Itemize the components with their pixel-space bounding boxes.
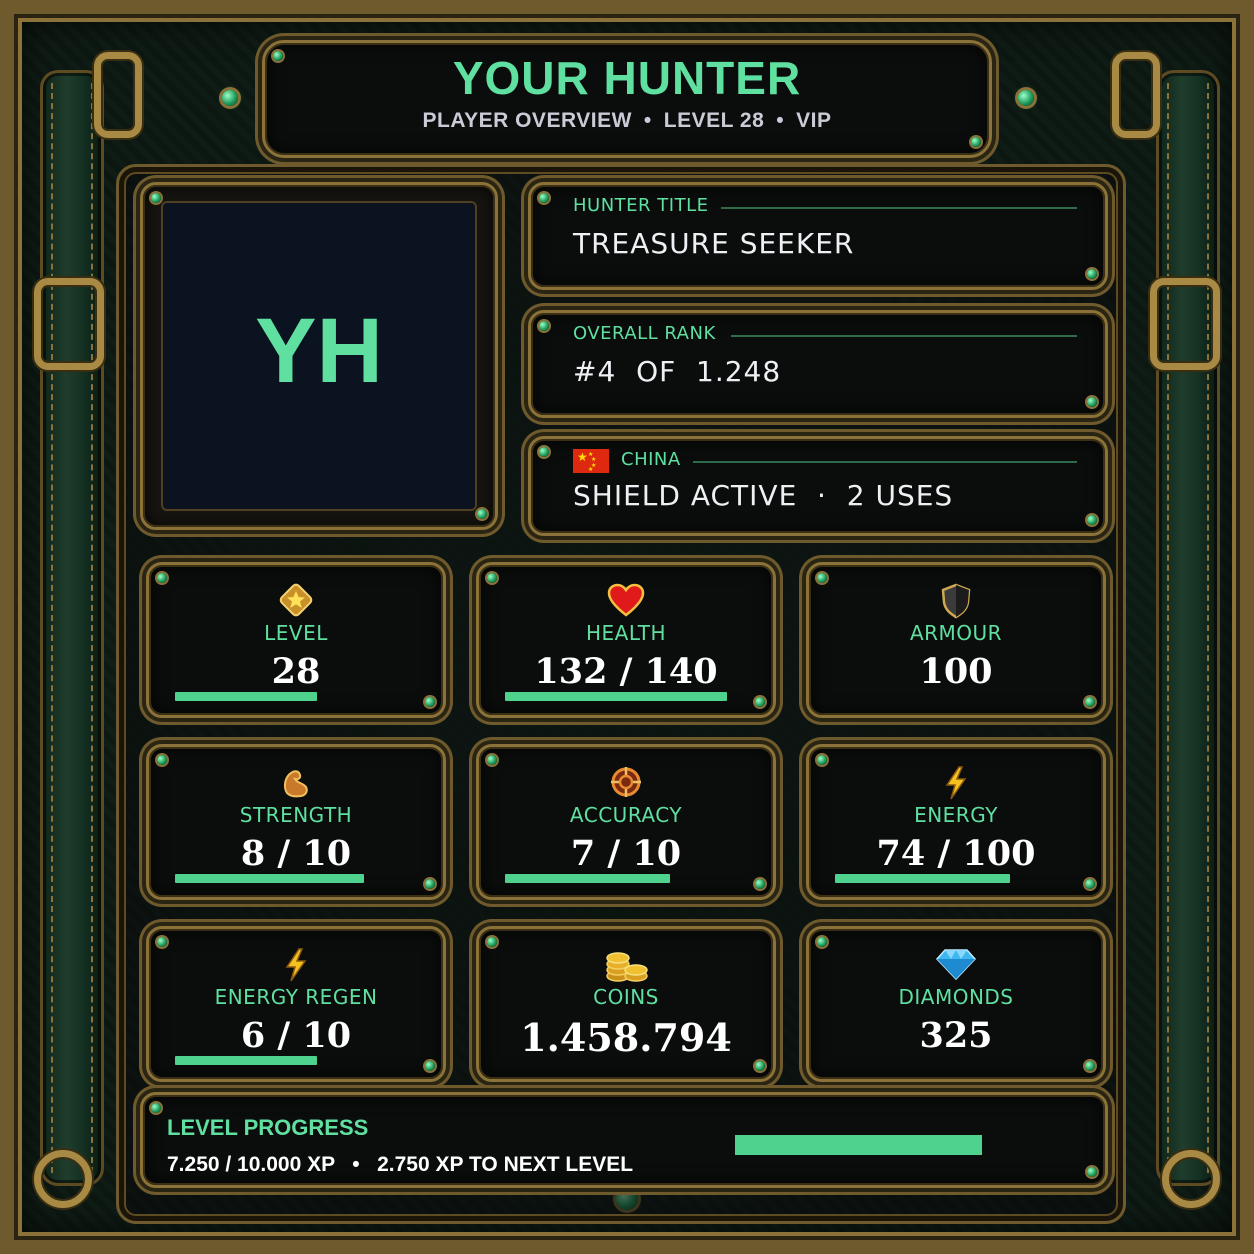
right-bottom-ring bbox=[1162, 1150, 1220, 1208]
stat-coins[interactable]: COINS 1.458.794 bbox=[476, 926, 776, 1082]
stat-accuracy[interactable]: ACCURACY 7 / 10 bbox=[476, 744, 776, 900]
avatar-initials: YH bbox=[255, 300, 383, 402]
accuracy-progress-bar bbox=[505, 874, 670, 883]
stat-label: HEALTH bbox=[585, 621, 666, 645]
stat-label: STRENGTH bbox=[239, 803, 353, 827]
stat-level[interactable]: LEVEL 28 bbox=[146, 562, 446, 718]
stat-value: 132 / 140 bbox=[534, 651, 718, 692]
level-progress-panel: LEVEL PROGRESS 7.250 / 10.000 XP • 2.750… bbox=[140, 1092, 1108, 1188]
stat-energy-regen[interactable]: ENERGY REGEN 6 / 10 bbox=[146, 926, 446, 1082]
country-shield-panel: ★ ★ ★ ★ ★ CHINA SHIELD ACTIVE · 2 USES bbox=[528, 436, 1108, 536]
page-subtitle: PLAYER OVERVIEW • LEVEL 28 • VIP bbox=[265, 109, 989, 133]
energy-regen-progress-bar bbox=[175, 1056, 317, 1065]
stat-strength[interactable]: STRENGTH 8 / 10 bbox=[146, 744, 446, 900]
divider bbox=[721, 207, 1077, 209]
hunter-title-label: HUNTER TITLE bbox=[573, 195, 709, 216]
stat-value: 325 bbox=[919, 1015, 993, 1056]
divider bbox=[693, 461, 1077, 463]
left-mid-buckle bbox=[34, 278, 104, 370]
subtitle-separator: • bbox=[776, 109, 785, 132]
stat-label: ACCURACY bbox=[569, 803, 683, 827]
diamond-icon bbox=[809, 947, 1103, 990]
stat-value: 74 / 100 bbox=[876, 833, 1036, 874]
heart-icon bbox=[479, 583, 773, 626]
subtitle-level: LEVEL 28 bbox=[663, 109, 765, 132]
overall-rank-label: OVERALL RANK bbox=[573, 323, 716, 344]
right-mid-buckle bbox=[1150, 278, 1220, 370]
strength-progress-bar bbox=[175, 874, 364, 883]
stat-value: 28 bbox=[271, 651, 321, 692]
title-banner: YOUR HUNTER PLAYER OVERVIEW • LEVEL 28 • VIP bbox=[262, 40, 992, 158]
emerald-gem-icon bbox=[1018, 90, 1034, 106]
stat-health[interactable]: HEALTH 132 / 140 bbox=[476, 562, 776, 718]
stat-energy[interactable]: ENERGY 74 / 100 bbox=[806, 744, 1106, 900]
subtitle-player-overview: PLAYER OVERVIEW bbox=[422, 109, 632, 132]
stat-value: 8 / 10 bbox=[240, 833, 352, 874]
left-top-buckle bbox=[94, 52, 142, 138]
china-flag-icon: ★ ★ ★ ★ ★ bbox=[573, 449, 609, 473]
stat-label: COINS bbox=[593, 985, 659, 1009]
stat-value: 7 / 10 bbox=[570, 833, 682, 874]
divider bbox=[731, 335, 1077, 337]
avatar-panel[interactable]: YH bbox=[140, 182, 498, 530]
star-icon bbox=[149, 583, 443, 626]
subtitle-vip: VIP bbox=[796, 109, 832, 132]
level-progress-detail: 7.250 / 10.000 XP • 2.750 XP TO NEXT LEV… bbox=[167, 1153, 634, 1176]
stat-value: 6 / 10 bbox=[240, 1015, 352, 1056]
hunter-title-panel: HUNTER TITLE TREASURE SEEKER bbox=[528, 182, 1108, 290]
energy-progress-bar bbox=[835, 874, 1010, 883]
avatar: YH bbox=[161, 201, 477, 511]
stat-diamonds[interactable]: DIAMONDS 325 bbox=[806, 926, 1106, 1082]
stat-value: 1.458.794 bbox=[520, 1015, 732, 1060]
stat-label: LEVEL bbox=[264, 621, 328, 645]
page-title: YOUR HUNTER bbox=[452, 52, 802, 104]
xp-progress-track bbox=[735, 1135, 1075, 1155]
stat-label: DIAMONDS bbox=[898, 985, 1014, 1009]
stat-value: 100 bbox=[919, 651, 993, 692]
right-strap bbox=[1156, 70, 1220, 1186]
hunter-title-value: TREASURE SEEKER bbox=[573, 227, 855, 260]
overall-rank-value: #4 OF 1.248 bbox=[573, 355, 782, 388]
flexed-arm-icon bbox=[149, 765, 443, 808]
stat-label: ENERGY REGEN bbox=[214, 985, 378, 1009]
level-progress-label: LEVEL PROGRESS bbox=[167, 1115, 369, 1140]
subtitle-separator: • bbox=[643, 109, 652, 132]
health-progress-bar bbox=[505, 692, 727, 701]
right-top-buckle bbox=[1112, 52, 1160, 138]
level-progress-bar bbox=[175, 692, 317, 701]
country-label: CHINA bbox=[621, 449, 681, 470]
emerald-gem-icon bbox=[222, 90, 238, 106]
stat-label: ARMOUR bbox=[909, 621, 1003, 645]
crosshair-icon bbox=[479, 765, 773, 808]
xp-progress-fill bbox=[735, 1135, 982, 1155]
stat-label: ENERGY bbox=[914, 803, 998, 827]
left-bottom-ring bbox=[34, 1150, 92, 1208]
left-strap bbox=[40, 70, 104, 1186]
shield-status-value: SHIELD ACTIVE · 2 USES bbox=[573, 479, 954, 512]
overall-rank-panel: OVERALL RANK #4 OF 1.248 bbox=[528, 310, 1108, 418]
stat-armour[interactable]: ARMOUR 100 bbox=[806, 562, 1106, 718]
